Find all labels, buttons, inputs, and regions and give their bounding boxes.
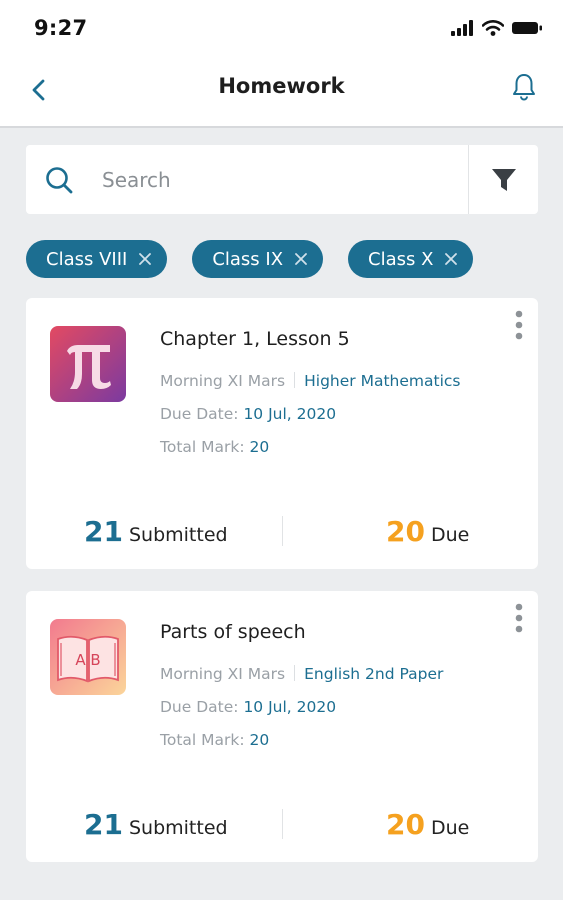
- due-date-row: Due Date: 10 Jul, 2020: [160, 405, 336, 423]
- due-label: Due: [430, 524, 470, 546]
- filter-chip-class-x[interactable]: Class X: [348, 240, 474, 278]
- due-date-label: Due Date:: [160, 405, 239, 423]
- submitted-count: 21: [84, 515, 123, 548]
- due-label: Due: [430, 817, 470, 839]
- due-count: 20: [386, 808, 425, 841]
- battery-icon: [512, 22, 542, 34]
- app-header: Homework: [0, 58, 563, 128]
- svg-text:A B: A B: [75, 651, 100, 669]
- status-icons: [451, 20, 543, 36]
- due-date-value: 10 Jul, 2020: [243, 698, 337, 716]
- section-name: Morning XI Mars: [160, 372, 286, 390]
- pi-icon: [50, 326, 126, 402]
- due-stat[interactable]: 20 Due: [386, 808, 469, 841]
- total-mark-value: 20: [249, 731, 270, 749]
- search-icon: [46, 167, 73, 194]
- cellular-signal-icon: [451, 20, 473, 36]
- due-date-label: Due Date:: [160, 698, 239, 716]
- due-date-value: 10 Jul, 2020: [243, 405, 337, 423]
- status-time: 9:27: [34, 16, 88, 40]
- bell-icon[interactable]: [511, 72, 537, 102]
- wifi-icon: [482, 20, 504, 36]
- filter-chip-class-viii[interactable]: Class VIII: [26, 240, 168, 278]
- subject-name: Higher Mathematics: [304, 372, 461, 390]
- total-mark-row: Total Mark: 20: [160, 438, 269, 456]
- divider: [294, 665, 296, 681]
- more-options-icon[interactable]: [514, 310, 524, 340]
- close-icon[interactable]: [137, 251, 153, 267]
- filter-icon: [492, 169, 516, 191]
- subject-name: English 2nd Paper: [304, 665, 444, 683]
- more-options-icon[interactable]: [514, 603, 524, 633]
- chip-label: Class VIII: [46, 248, 128, 270]
- homework-class-subject: Morning XI Mars English 2nd Paper: [160, 665, 443, 683]
- chip-label: Class X: [368, 248, 434, 270]
- section-name: Morning XI Mars: [160, 665, 286, 683]
- submitted-count: 21: [84, 808, 123, 841]
- due-count: 20: [386, 515, 425, 548]
- chip-label: Class IX: [212, 248, 284, 270]
- filter-button[interactable]: [468, 145, 538, 214]
- total-mark-value: 20: [249, 438, 270, 456]
- submitted-stat[interactable]: 21 Submitted: [84, 515, 228, 548]
- status-bar: 9:27: [0, 0, 563, 58]
- divider: [294, 372, 296, 388]
- submitted-label: Submitted: [128, 524, 228, 546]
- due-date-row: Due Date: 10 Jul, 2020: [160, 698, 336, 716]
- page-title: Homework: [218, 74, 345, 98]
- stat-divider: [282, 516, 283, 546]
- homework-class-subject: Morning XI Mars Higher Mathematics: [160, 372, 460, 390]
- total-mark-label: Total Mark:: [160, 438, 245, 456]
- total-mark-row: Total Mark: 20: [160, 731, 269, 749]
- homework-title: Parts of speech: [160, 621, 306, 643]
- filter-chip-class-ix[interactable]: Class IX: [192, 240, 324, 278]
- search-bar: [26, 145, 538, 214]
- homework-card[interactable]: Chapter 1, Lesson 5 Morning XI Mars Highe…: [26, 298, 538, 569]
- filter-chips: Class VIII Class IX Class X: [26, 240, 474, 278]
- total-mark-label: Total Mark:: [160, 731, 245, 749]
- ab-book-icon: A B: [50, 619, 126, 695]
- submitted-stat[interactable]: 21 Submitted: [84, 808, 228, 841]
- homework-card[interactable]: A B Parts of speech Morning XI Mars Engli…: [26, 591, 538, 862]
- close-icon[interactable]: [443, 251, 459, 267]
- search-input[interactable]: [102, 163, 462, 197]
- submitted-label: Submitted: [128, 817, 228, 839]
- close-icon[interactable]: [293, 251, 309, 267]
- due-stat[interactable]: 20 Due: [386, 515, 469, 548]
- homework-title: Chapter 1, Lesson 5: [160, 328, 350, 350]
- stat-divider: [282, 809, 283, 839]
